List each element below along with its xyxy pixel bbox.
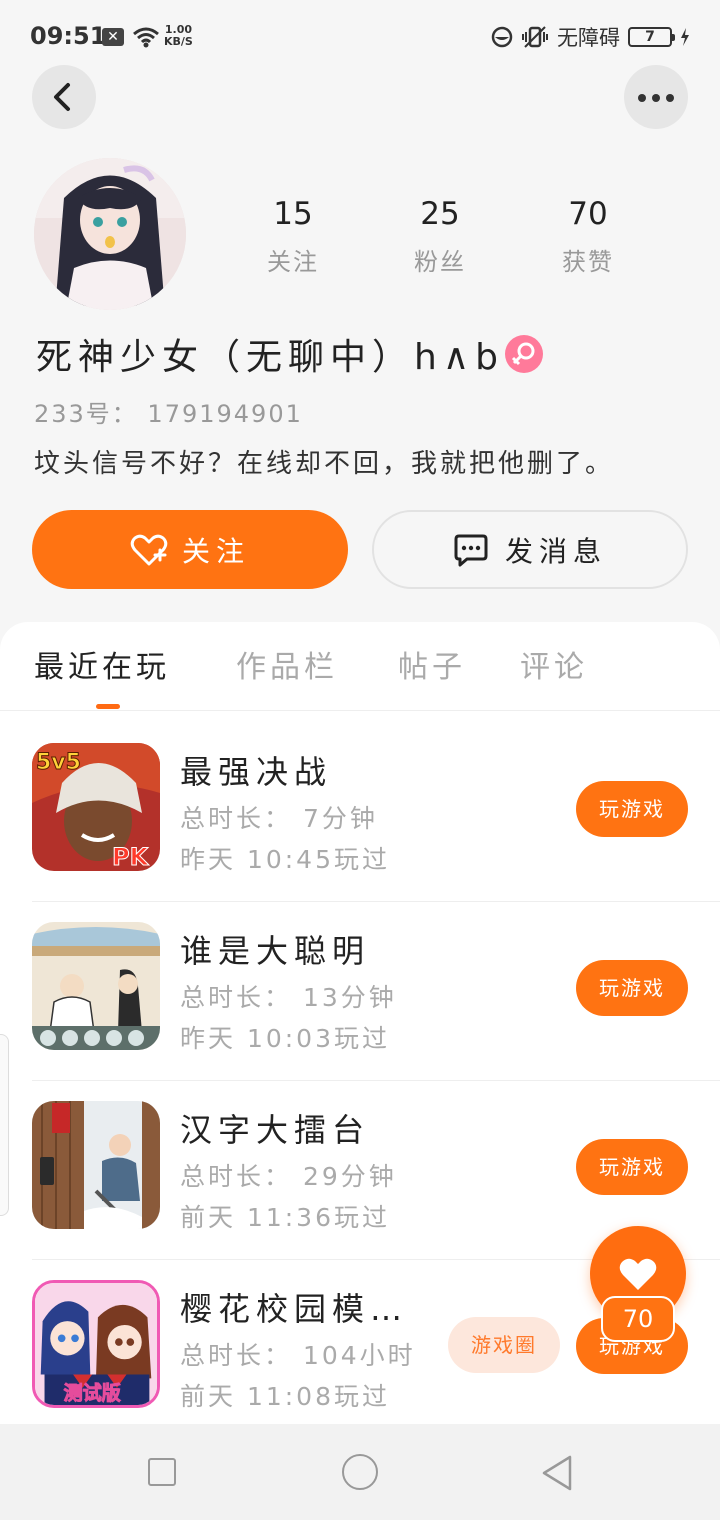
game-icon-cartoon[interactable] <box>32 922 160 1050</box>
tab-comments[interactable]: 评论 <box>520 642 588 686</box>
game-duration: 总时长： 104小时 <box>180 1341 416 1370</box>
accessibility-text: 无障碍 <box>557 26 620 50</box>
game-item[interactable]: 5v5 PK 最强决战 总时长： 7分钟 昨天 10:45玩过 玩游戏 <box>0 723 720 902</box>
tab-posts[interactable]: 帖子 <box>398 642 466 686</box>
battery-icon: 7 <box>628 27 675 47</box>
game-last-played: 昨天 10:45玩过 <box>180 845 390 874</box>
back-button[interactable] <box>32 65 96 129</box>
likes-label: 获赞 <box>562 248 614 276</box>
tab-recently-played[interactable]: 最近在玩 <box>34 642 170 686</box>
chat-bubble-icon <box>454 534 488 566</box>
game-icon-5v5-pk[interactable]: 5v5 PK <box>32 743 160 871</box>
system-back-icon[interactable] <box>540 1454 574 1492</box>
following-count: 15 <box>273 196 313 232</box>
game-duration: 总时长： 29分钟 <box>180 1162 397 1191</box>
badge-5v5: 5v5 <box>36 750 81 775</box>
side-drawer-handle[interactable] <box>0 1034 9 1216</box>
charging-icon <box>681 28 689 46</box>
status-bar: 09:51 ✕ 1.00 KB/S 无障碍 7 <box>0 0 720 72</box>
heart-plus-icon <box>130 534 168 565</box>
stat-likes[interactable]: 70 获赞 <box>533 196 643 277</box>
back-arrow-icon <box>54 83 70 111</box>
do-not-disturb-icon <box>491 26 513 48</box>
like-count-badge: 70 <box>601 1296 675 1342</box>
tab-indicator <box>96 704 120 709</box>
sim-off-icon: ✕ <box>102 28 124 46</box>
follow-button[interactable]: 关注 <box>32 510 348 589</box>
stat-followers[interactable]: 25 粉丝 <box>385 196 495 277</box>
followers-label: 粉丝 <box>414 248 466 276</box>
game-name: 樱花校园模… <box>180 1290 409 1328</box>
play-game-button[interactable]: 玩游戏 <box>576 1139 688 1195</box>
send-message-button[interactable]: 发消息 <box>372 510 688 589</box>
following-label: 关注 <box>267 248 319 276</box>
stat-following[interactable]: 15 关注 <box>238 196 348 277</box>
tab-works[interactable]: 作品栏 <box>236 642 338 686</box>
game-name: 汉字大擂台 <box>180 1111 371 1149</box>
nickname: 死神少女（无聊中）h∧b <box>36 337 505 378</box>
system-nav-bar <box>0 1424 720 1520</box>
avatar[interactable] <box>34 158 186 310</box>
send-message-label: 发消息 <box>504 534 607 568</box>
likes-count: 70 <box>568 196 608 232</box>
more-button[interactable] <box>624 65 688 129</box>
female-icon <box>505 335 543 373</box>
badge-test-version: 测试版 <box>64 1381 121 1404</box>
play-game-button[interactable]: 玩游戏 <box>576 960 688 1016</box>
more-dots-icon <box>638 94 674 102</box>
follow-button-label: 关注 <box>181 534 250 568</box>
game-name: 最强决战 <box>180 753 333 791</box>
game-last-played: 昨天 10:03玩过 <box>180 1024 390 1053</box>
vibrate-icon <box>522 26 548 48</box>
game-last-played: 前天 11:36玩过 <box>180 1203 390 1232</box>
game-name: 谁是大聪明 <box>180 932 371 970</box>
game-icon-door[interactable] <box>32 1101 160 1229</box>
bio: 坟头信号不好？在线却不回，我就把他删了。 <box>34 449 615 479</box>
badge-pk: PK <box>112 843 150 871</box>
tab-bar: 最近在玩 作品栏 帖子 评论 <box>0 622 720 711</box>
game-last-played: 前天 11:08玩过 <box>180 1382 390 1411</box>
game-icon-sakura[interactable]: 测试版 <box>32 1280 160 1408</box>
game-duration: 总时长： 7分钟 <box>180 804 378 833</box>
avatar-image <box>34 158 186 310</box>
network-speed: 1.00 KB/S <box>164 24 193 48</box>
heart-icon <box>619 1258 657 1290</box>
recent-apps-button[interactable] <box>148 1458 176 1486</box>
user-id: 233号： 179194901 <box>34 400 303 428</box>
home-button[interactable] <box>342 1454 378 1490</box>
game-duration: 总时长： 13分钟 <box>180 983 397 1012</box>
game-circle-button[interactable]: 游戏圈 <box>448 1317 560 1373</box>
game-item[interactable]: 谁是大聪明 总时长： 13分钟 昨天 10:03玩过 玩游戏 <box>0 902 720 1081</box>
play-game-button[interactable]: 玩游戏 <box>576 781 688 837</box>
network-speed-unit: KB/S <box>164 35 193 48</box>
status-time: 09:51 <box>30 22 107 50</box>
followers-count: 25 <box>420 196 460 232</box>
wifi-icon <box>133 27 159 48</box>
